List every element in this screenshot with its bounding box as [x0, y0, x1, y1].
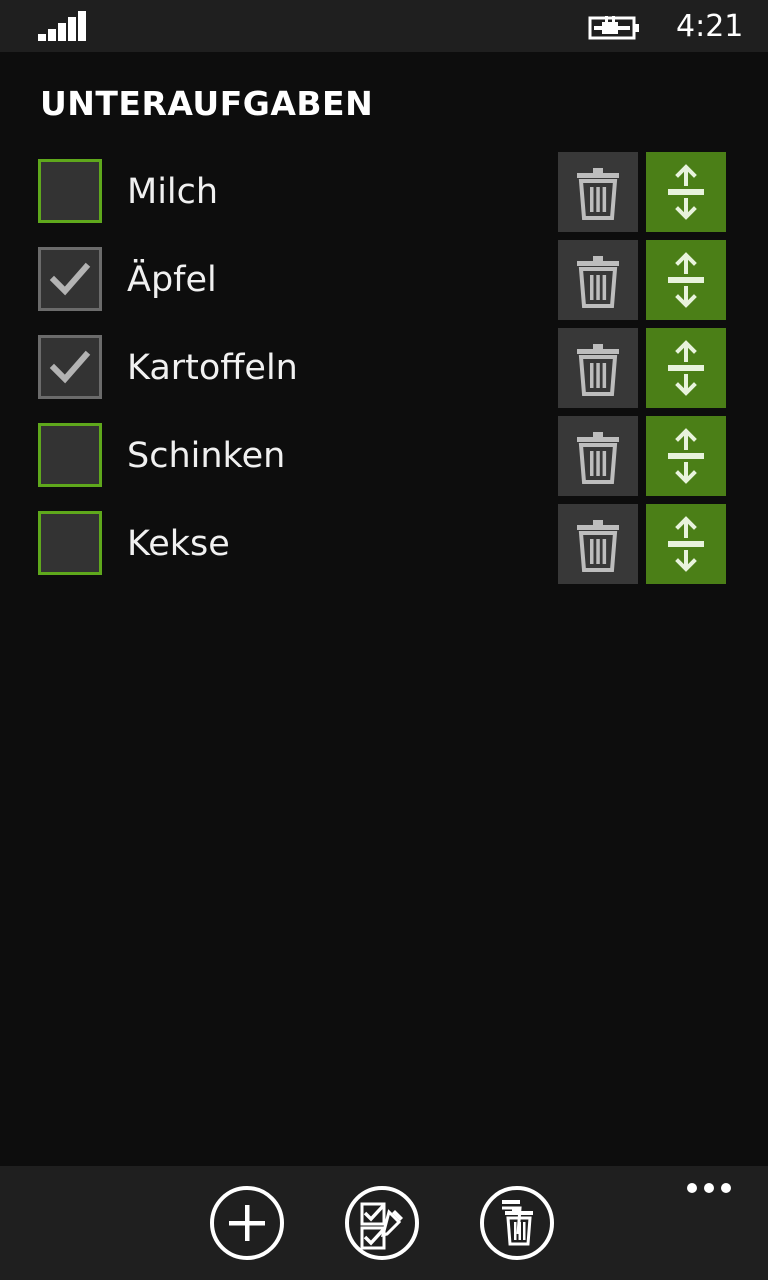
check-all-edit-button[interactable] — [343, 1184, 421, 1262]
reorder-icon — [668, 164, 704, 220]
reorder-task-button[interactable] — [646, 504, 726, 584]
signal-strength-icon — [38, 11, 86, 41]
reorder-task-button[interactable] — [646, 416, 726, 496]
delete-task-button[interactable] — [558, 240, 638, 320]
task-checkbox[interactable] — [38, 335, 102, 399]
delete-task-button[interactable] — [558, 416, 638, 496]
reorder-icon — [668, 428, 704, 484]
task-row: Kekse — [0, 504, 768, 592]
add-subtask-button[interactable] — [208, 1184, 286, 1262]
trash-icon — [577, 432, 619, 484]
task-label[interactable]: Schinken — [127, 434, 285, 478]
reorder-icon — [668, 340, 704, 396]
status-bar: 4:21 — [0, 0, 768, 52]
reorder-icon — [668, 516, 704, 572]
trash-icon — [577, 256, 619, 308]
task-row: Milch — [0, 152, 768, 240]
reorder-task-button[interactable] — [646, 152, 726, 232]
task-label[interactable]: Äpfel — [127, 258, 217, 302]
task-checkbox[interactable] — [38, 511, 102, 575]
task-label[interactable]: Kekse — [127, 522, 230, 566]
task-label[interactable]: Kartoffeln — [127, 346, 298, 390]
task-checkbox[interactable] — [38, 423, 102, 487]
reorder-task-button[interactable] — [646, 240, 726, 320]
ellipsis-icon[interactable] — [684, 1180, 734, 1196]
delete-all-button[interactable] — [478, 1184, 556, 1262]
task-row: Kartoffeln — [0, 328, 768, 416]
task-label[interactable]: Milch — [127, 170, 218, 214]
task-row: Äpfel — [0, 240, 768, 328]
task-row: Schinken — [0, 416, 768, 504]
delete-task-button[interactable] — [558, 152, 638, 232]
reorder-icon — [668, 252, 704, 308]
app-bar — [0, 1166, 768, 1280]
trash-icon — [577, 520, 619, 572]
add-icon — [210, 1186, 284, 1260]
check-all-edit-icon — [345, 1186, 419, 1260]
trash-icon — [577, 344, 619, 396]
subtask-list: Milch Äpfel Kartoffeln Schinken Kekse — [0, 152, 768, 592]
page-title: UNTERAUFGABEN — [40, 84, 374, 123]
battery-charging-icon — [588, 16, 639, 40]
checkmark-icon — [49, 350, 91, 384]
task-checkbox[interactable] — [38, 159, 102, 223]
status-clock: 4:21 — [676, 9, 744, 44]
delete-task-button[interactable] — [558, 504, 638, 584]
delete-task-button[interactable] — [558, 328, 638, 408]
trash-icon — [577, 168, 619, 220]
reorder-task-button[interactable] — [646, 328, 726, 408]
checkmark-icon — [49, 262, 91, 296]
delete-all-icon — [480, 1186, 554, 1260]
task-checkbox[interactable] — [38, 247, 102, 311]
